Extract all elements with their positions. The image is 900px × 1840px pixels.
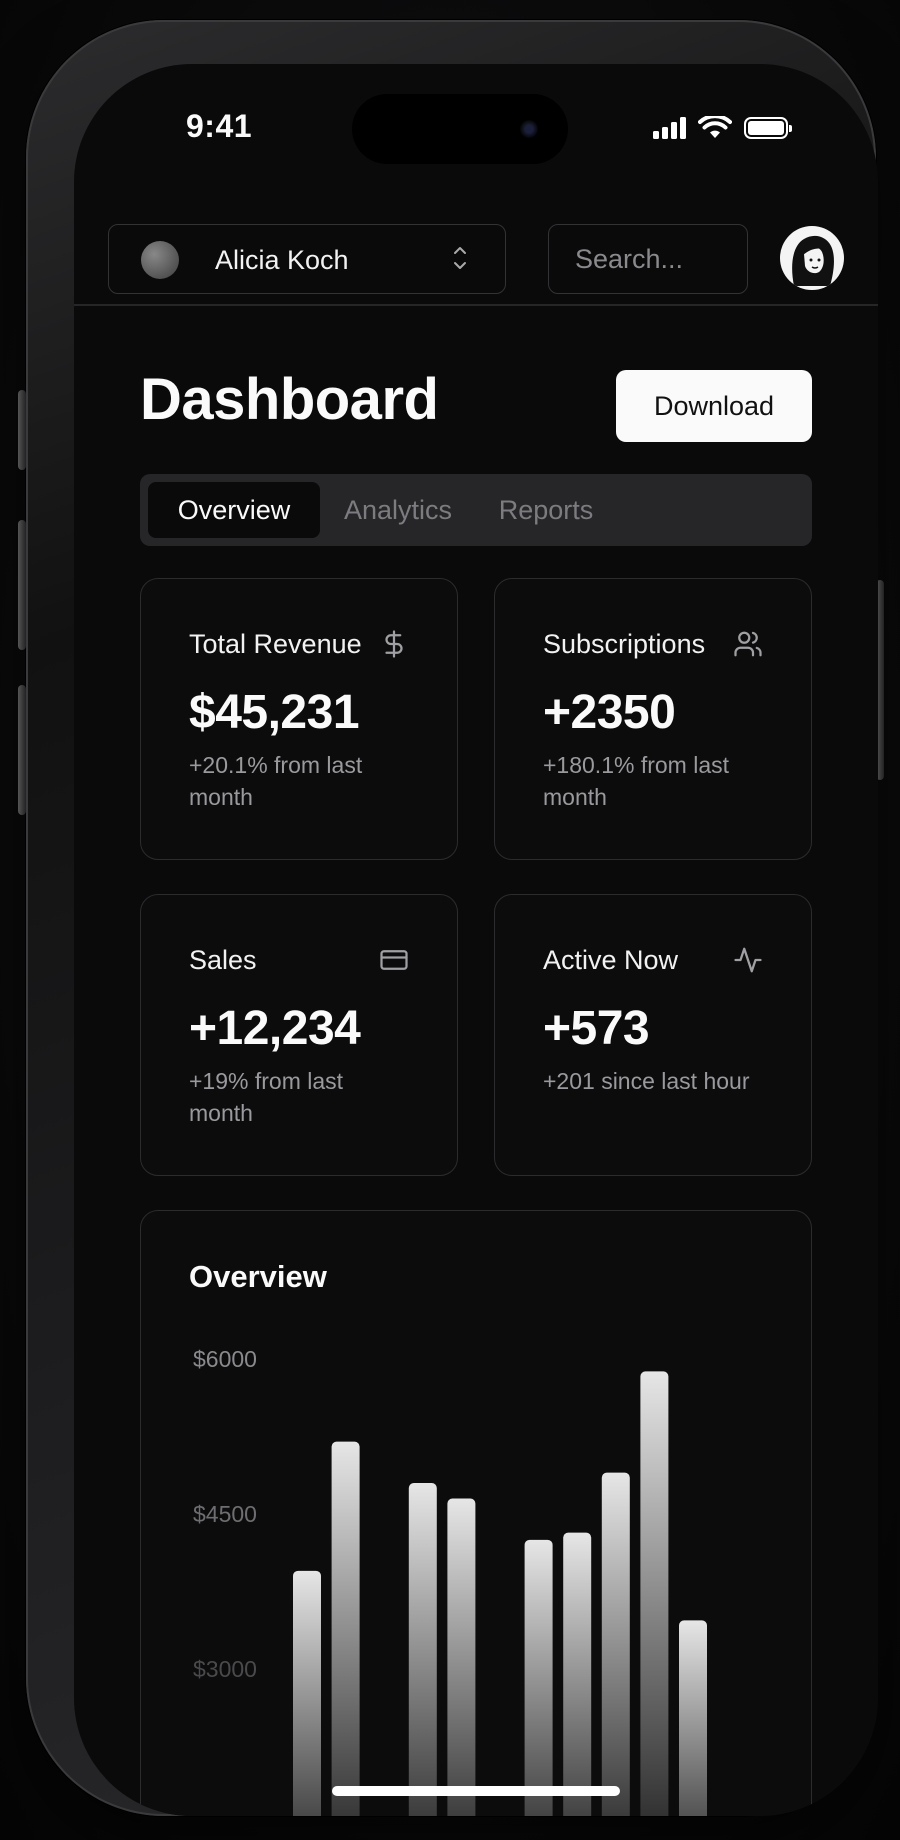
search-input[interactable] bbox=[548, 224, 748, 294]
chevrons-up-down-icon bbox=[454, 247, 466, 269]
wifi-icon bbox=[698, 116, 732, 138]
card-label: Total Revenue bbox=[189, 629, 362, 659]
chart-bar bbox=[563, 1532, 592, 1816]
dynamic-island bbox=[352, 94, 568, 164]
chart-bar bbox=[524, 1539, 553, 1816]
card-value: +12,234 bbox=[189, 1002, 361, 1055]
chart-bar bbox=[331, 1441, 360, 1816]
activity-icon bbox=[734, 947, 762, 973]
overview-bar-chart: $6000 $4500 $3000 bbox=[193, 1346, 707, 1816]
stat-card-active-now: Active Now +573 +201 since last hour bbox=[494, 894, 812, 1176]
page-title: Dashboard bbox=[140, 367, 439, 432]
action-button bbox=[18, 390, 26, 470]
battery-icon bbox=[744, 117, 792, 139]
phone-frame: 9:41 Alicia Koch Search... Dashboard Dow… bbox=[18, 20, 884, 1816]
chart-bar bbox=[408, 1483, 437, 1816]
tab-analytics[interactable]: Analytics bbox=[324, 482, 472, 538]
status-time: 9:41 bbox=[186, 108, 253, 144]
screen: 9:41 Alicia Koch Search... Dashboard Dow… bbox=[74, 64, 878, 1816]
card-label: Sales bbox=[189, 945, 257, 975]
account-name: Alicia Koch bbox=[215, 245, 349, 275]
chart-bar bbox=[447, 1498, 476, 1816]
card-subtext: +20.1% from last month bbox=[189, 752, 363, 810]
account-avatar bbox=[141, 241, 179, 279]
volume-up-button bbox=[18, 520, 26, 650]
card-value: +2350 bbox=[543, 686, 676, 739]
users-icon bbox=[734, 631, 762, 657]
card-subtext: +19% from last month bbox=[189, 1068, 344, 1126]
card-label: Subscriptions bbox=[543, 629, 706, 659]
y-tick-label: $4500 bbox=[193, 1501, 257, 1527]
header-divider bbox=[74, 304, 878, 306]
volume-down-button bbox=[18, 685, 26, 815]
card-label: Active Now bbox=[543, 945, 679, 975]
chart-bar bbox=[293, 1570, 321, 1816]
overview-chart-card: $6000 $4500 $3000 Overview bbox=[140, 1210, 812, 1816]
credit-card-icon bbox=[380, 950, 408, 970]
chart-bar bbox=[679, 1620, 707, 1816]
card-subtext: +180.1% from last month bbox=[543, 752, 730, 810]
stat-card-sales: Sales +12,234 +19% from last month bbox=[140, 894, 458, 1176]
account-switcher[interactable]: Alicia Koch bbox=[108, 224, 506, 294]
tab-overview[interactable]: Overview bbox=[148, 482, 320, 538]
stat-card-subscriptions: Subscriptions +2350 +180.1% from last mo… bbox=[494, 578, 812, 860]
tab-reports[interactable]: Reports bbox=[476, 482, 616, 538]
user-avatar[interactable] bbox=[780, 226, 844, 290]
top-bar: Alicia Koch bbox=[74, 224, 878, 296]
chart-bar bbox=[640, 1371, 669, 1816]
dollar-icon bbox=[385, 630, 403, 658]
chart-title: Overview bbox=[189, 1259, 327, 1294]
tab-list: Overview Analytics Reports bbox=[140, 474, 812, 546]
stat-card-total-revenue: Total Revenue $45,231 +20.1% from last m… bbox=[140, 578, 458, 860]
camera-icon bbox=[520, 120, 538, 138]
card-value: $45,231 bbox=[189, 686, 360, 739]
signal-icon bbox=[653, 117, 686, 139]
y-tick-label: $6000 bbox=[193, 1346, 257, 1372]
status-icons bbox=[653, 116, 792, 140]
avatar-illustration bbox=[792, 235, 834, 286]
card-subtext: +201 since last hour bbox=[543, 1068, 750, 1094]
chart-bar bbox=[601, 1472, 630, 1816]
download-button[interactable]: Download bbox=[616, 370, 812, 442]
home-indicator[interactable] bbox=[332, 1786, 620, 1796]
status-bar: 9:41 bbox=[74, 64, 878, 174]
card-value: +573 bbox=[543, 1002, 650, 1055]
y-tick-label: $3000 bbox=[193, 1656, 257, 1682]
